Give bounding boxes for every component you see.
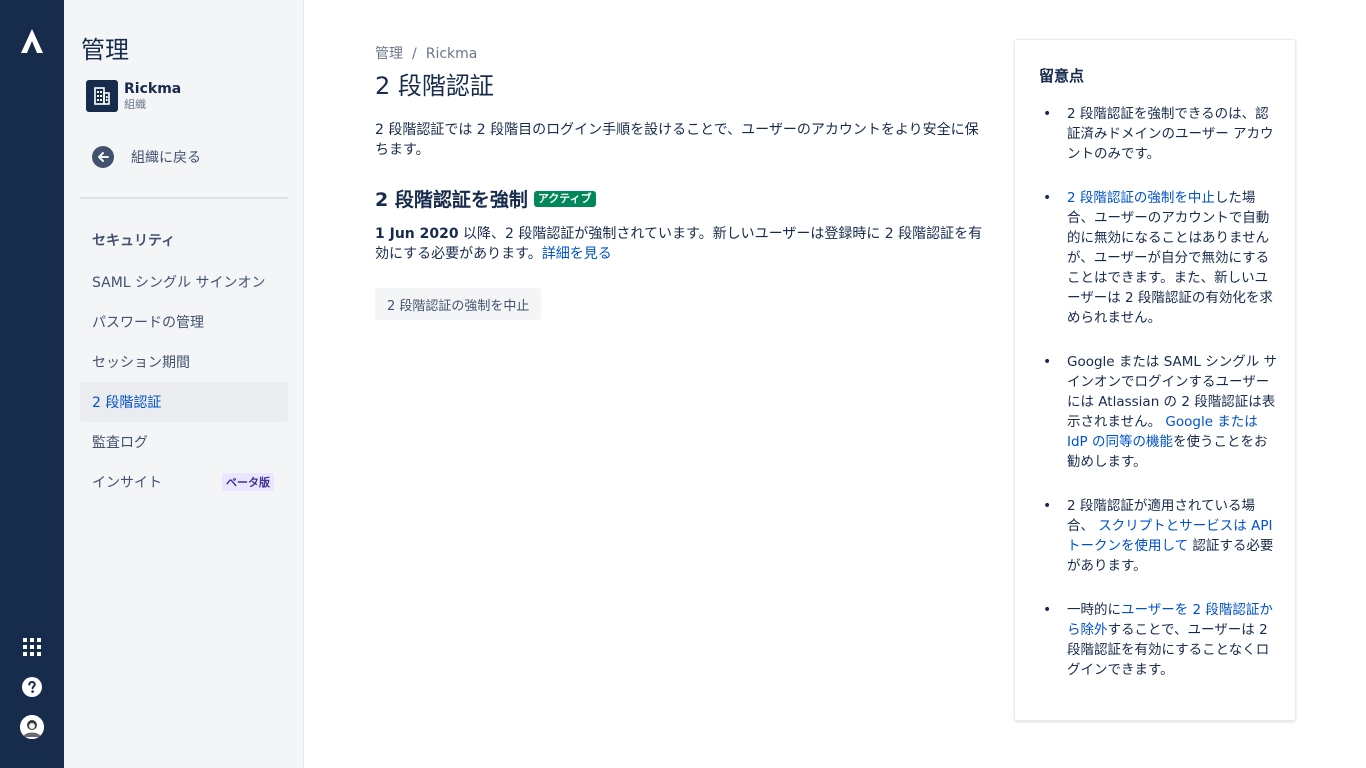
sidebar-divider <box>80 197 288 199</box>
status-lozenge-active: アクティブ <box>533 190 596 207</box>
sidebar-item-two-step-verification[interactable]: 2 段階認証 <box>80 382 288 422</box>
sidebar-item-password-management[interactable]: パスワードの管理 <box>80 302 288 342</box>
sidebar-item-label: 2 段階認証 <box>92 395 162 411</box>
breadcrumb-item-org[interactable]: Rickma <box>426 46 478 62</box>
intro-text: 2 段階認証では 2 段階目のログイン手順を設けることで、ユーザーのアカウントを… <box>375 122 979 158</box>
stop-enforcing-link[interactable]: 2 段階認証の強制を中止 <box>1067 190 1215 206</box>
notes-list: 2 段階認証を強制できるのは、認証済みドメインのユーザー アカウントのみです。 … <box>1043 104 1277 704</box>
list-item: Google または SAML シングル サインオンでログインするユーザーには … <box>1043 352 1277 472</box>
note-text: した場合、ユーザーのアカウントで自動的に無効になることはありませんが、ユーザーが… <box>1067 190 1273 326</box>
sidebar: 管理 Rickma 組織 組織に戻る セキュリティ SAML シングル サインオ… <box>64 0 304 768</box>
note-text: 一時的に <box>1067 602 1121 618</box>
sidebar-item-session-duration[interactable]: セッション期間 <box>80 342 288 382</box>
breadcrumb-separator: / <box>412 46 417 62</box>
back-label: 組織に戻る <box>131 150 201 166</box>
list-item: 2 段階認証を強制できるのは、認証済みドメインのユーザー アカウントのみです。 <box>1043 104 1277 164</box>
back-to-organization-button[interactable]: 組織に戻る <box>92 146 201 168</box>
org-switcher[interactable]: Rickma 組織 <box>86 80 181 112</box>
atlassian-logo-icon[interactable] <box>20 28 44 54</box>
notes-title: 留意点 <box>1039 67 1085 85</box>
breadcrumb-item-admin[interactable]: 管理 <box>375 46 403 62</box>
sidebar-item-label: セッション期間 <box>92 355 190 371</box>
enforce-heading: 2 段階認証を強制 アクティブ <box>375 185 596 212</box>
list-item: 2 段階認証が適用されている場合、 スクリプトとサービスは API トークンを使… <box>1043 496 1277 576</box>
enforcement-status-text: 1 Jun 2020 以降、2 段階認証が強制されています。新しいユーザーは登録… <box>375 224 985 264</box>
breadcrumb: 管理 / Rickma <box>375 43 477 63</box>
page-title: 2 段階認証 <box>375 72 494 100</box>
enforcement-description: 以降、2 段階認証が強制されています。新しいユーザーは登録時に 2 段階認証を有… <box>375 226 983 262</box>
sidebar-item-saml-sso[interactable]: SAML シングル サインオン <box>80 262 288 302</box>
arrow-left-icon <box>92 146 114 168</box>
enforcement-date: 1 Jun 2020 <box>375 226 459 242</box>
notes-panel: 留意点 2 段階認証を強制できるのは、認証済みドメインのユーザー アカウントのみ… <box>1014 39 1296 721</box>
global-nav-rail <box>0 0 64 768</box>
avatar-image <box>20 715 44 739</box>
sidebar-item-label: インサイト <box>92 475 162 491</box>
sidebar-item-audit-log[interactable]: 監査ログ <box>80 422 288 462</box>
app-switcher-icon[interactable] <box>23 638 41 656</box>
beta-badge: ベータ版 <box>222 473 274 491</box>
building-icon <box>86 80 118 112</box>
list-item: 一時的にユーザーを 2 段階認証から除外することで、ユーザーは 2 段階認証を有… <box>1043 600 1277 680</box>
org-name: Rickma <box>124 81 182 97</box>
note-text: 2 段階認証を強制できるのは、認証済みドメインのユーザー アカウントのみです。 <box>1067 106 1274 162</box>
sidebar-item-insights[interactable]: インサイト ベータ版 <box>80 462 288 502</box>
sidebar-section-security: セキュリティ <box>92 233 176 249</box>
help-icon[interactable] <box>22 677 42 697</box>
org-subtitle: 組織 <box>124 98 146 111</box>
sidebar-item-label: SAML シングル サインオン <box>92 275 266 291</box>
enforce-heading-text: 2 段階認証を強制 <box>375 189 528 211</box>
sidebar-title: 管理 <box>81 36 129 64</box>
learn-more-link[interactable]: 詳細を見る <box>542 246 612 262</box>
user-avatar[interactable] <box>20 715 44 739</box>
stop-enforcing-button[interactable]: 2 段階認証の強制を中止 <box>375 288 542 320</box>
sidebar-item-label: 監査ログ <box>92 435 148 451</box>
list-item: 2 段階認証の強制を中止した場合、ユーザーのアカウントで自動的に無効になることは… <box>1043 188 1277 328</box>
sidebar-item-label: パスワードの管理 <box>92 315 204 331</box>
